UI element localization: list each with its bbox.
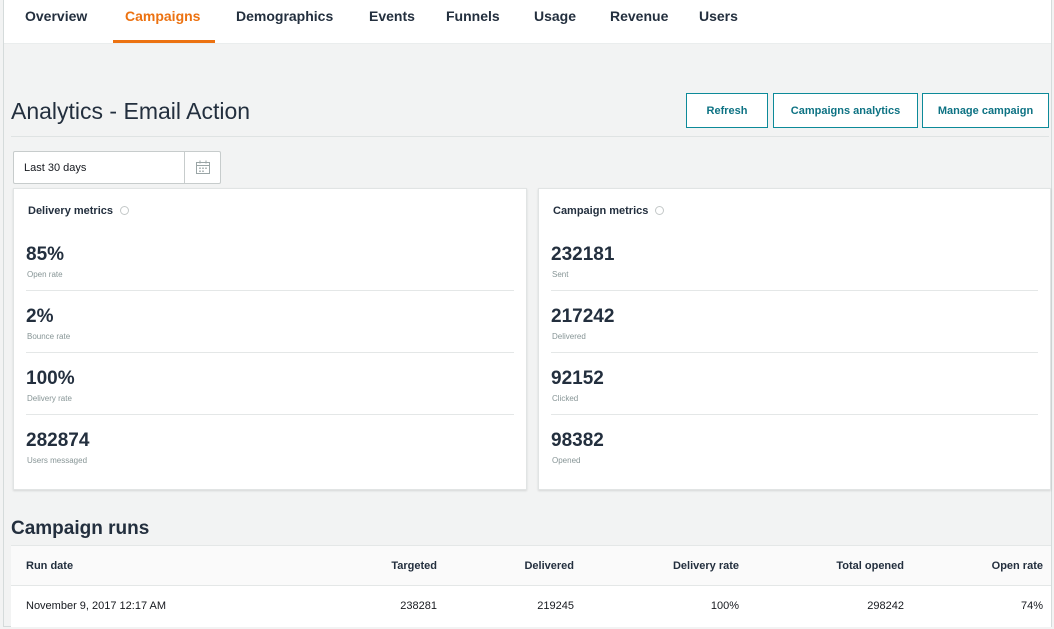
column-header-run-date[interactable]: Run date [26,560,73,572]
column-header-open-rate[interactable]: Open rate [992,560,1043,572]
tab-overview[interactable]: Overview [25,8,87,24]
refresh-button[interactable]: Refresh [686,93,768,128]
tab-revenue[interactable]: Revenue [610,8,668,24]
campaign-metrics-card: Campaign metrics 232181 Sent 217242 Deli… [538,188,1051,490]
column-header-total-opened[interactable]: Total opened [836,560,904,572]
tab-bar: Overview Campaigns Demographics Events F… [4,0,1051,44]
tab-campaigns[interactable]: Campaigns [125,8,200,24]
cell-delivered: 219245 [537,600,574,612]
column-header-targeted[interactable]: Targeted [391,560,437,572]
metric-label: Sent [552,270,569,279]
metric-sent: 232181 Sent [551,244,1038,306]
metric-label: Delivery rate [27,394,72,403]
metric-value: 98382 [551,430,604,451]
manage-campaign-button[interactable]: Manage campaign [922,93,1049,128]
date-picker-divider [184,152,185,183]
info-icon[interactable] [120,206,129,215]
tab-events[interactable]: Events [369,8,415,24]
cell-total-opened: 298242 [867,600,904,612]
metric-clicked: 92152 Clicked [551,368,1038,430]
metric-value: 232181 [551,244,615,265]
delivery-metrics-title-text: Delivery metrics [28,205,113,217]
metric-value: 100% [26,368,75,389]
metric-open-rate: 85% Open rate [26,244,514,306]
tab-usage[interactable]: Usage [534,8,576,24]
metric-delivered: 217242 Delivered [551,306,1038,368]
campaign-runs-table: Run date Targeted Delivered Delivery rat… [11,545,1051,627]
metric-value: 85% [26,244,65,265]
campaigns-analytics-button[interactable]: Campaigns analytics [773,93,918,128]
metric-divider [26,352,514,353]
metric-divider [551,352,1038,353]
metric-label: Opened [552,456,581,465]
column-header-delivered[interactable]: Delivered [524,560,574,572]
metric-label: Open rate [27,270,63,279]
delivery-metrics-title: Delivery metrics [28,205,129,217]
metric-value: 282874 [26,430,90,451]
calendar-icon[interactable] [195,160,211,175]
metric-value: 92152 [551,368,604,389]
info-icon[interactable] [655,206,665,215]
active-tab-indicator [113,40,215,43]
campaign-metrics-title: Campaign metrics [553,205,665,217]
date-range-value: Last 30 days [24,162,87,174]
metric-value: 217242 [551,306,615,327]
metric-label: Clicked [552,394,579,403]
cell-targeted: 238281 [400,600,437,612]
metric-opened: 98382 Opened [551,430,1038,492]
metric-users-messaged: 282874 Users messaged [26,430,514,492]
metric-label: Delivered [552,332,586,341]
cell-open-rate: 74% [1020,600,1043,612]
page-title: Analytics - Email Action [11,98,251,124]
metric-bounce-rate: 2% Bounce rate [26,306,514,368]
metric-divider [551,290,1038,291]
column-header-delivery-rate[interactable]: Delivery rate [673,560,739,572]
metric-delivery-rate: 100% Delivery rate [26,368,514,430]
metric-label: Users messaged [27,456,88,465]
metric-divider [26,290,514,291]
cell-run-date: November 9, 2017 12:17 AM [26,600,167,612]
tab-funnels[interactable]: Funnels [446,8,500,24]
delivery-metrics-card: Delivery metrics 85% Open rate 2% Bounce… [13,188,527,490]
metric-label: Bounce rate [27,332,71,341]
campaign-runs-title: Campaign runs [11,518,150,539]
date-range-picker[interactable]: Last 30 days [13,151,221,184]
cell-delivery-rate: 100% [710,600,739,612]
metric-value: 2% [26,306,54,327]
campaign-metrics-title-text: Campaign metrics [553,205,649,217]
tab-demographics[interactable]: Demographics [236,8,333,24]
tab-users[interactable]: Users [699,8,738,24]
app-frame: Overview Campaigns Demographics Events F… [3,0,1052,627]
header-divider [11,136,1049,137]
metric-divider [26,414,514,415]
metric-divider [551,414,1038,415]
table-header: Run date Targeted Delivered Delivery rat… [11,546,1051,586]
